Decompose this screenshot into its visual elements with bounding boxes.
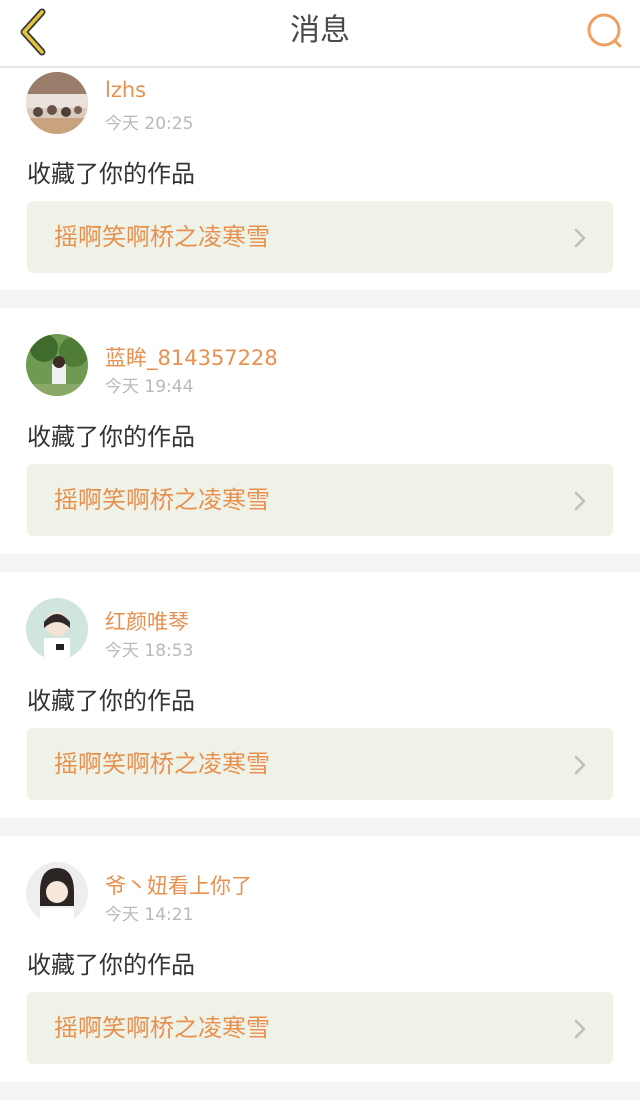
timestamp: 今天 20:25	[105, 114, 194, 134]
username[interactable]: 红颜唯琴	[105, 606, 189, 636]
message-card: 爷丶妞看上你了 今天 14:21 收藏了你的作品 摇啊笑啊桥之凌寒雪	[0, 836, 640, 1082]
avatar[interactable]	[26, 72, 88, 134]
top-bar: 消息	[0, 0, 640, 68]
chevron-right-icon	[574, 491, 586, 511]
page-title: 消息	[290, 13, 350, 48]
search-button[interactable]	[584, 10, 626, 52]
message-card: lzhs 今天 20:25 收藏了你的作品 摇啊笑啊桥之凌寒雪	[0, 68, 640, 290]
action-text: 收藏了你的作品	[27, 160, 195, 188]
work-title: 摇啊笑啊桥之凌寒雪	[54, 750, 270, 778]
action-text: 收藏了你的作品	[27, 423, 195, 451]
work-link[interactable]: 摇啊笑啊桥之凌寒雪	[27, 201, 613, 273]
work-link[interactable]: 摇啊笑啊桥之凌寒雪	[27, 464, 613, 536]
message-card: 蓝眸_814357228 今天 19:44 收藏了你的作品 摇啊笑啊桥之凌寒雪	[0, 308, 640, 554]
search-icon	[587, 13, 622, 48]
work-title: 摇啊笑啊桥之凌寒雪	[54, 486, 270, 514]
timestamp: 今天 14:21	[105, 905, 194, 925]
avatar[interactable]	[26, 862, 88, 924]
username[interactable]: 爷丶妞看上你了	[105, 870, 252, 900]
work-link[interactable]: 摇啊笑啊桥之凌寒雪	[27, 992, 613, 1064]
chevron-right-icon	[574, 755, 586, 775]
work-link[interactable]: 摇啊笑啊桥之凌寒雪	[27, 728, 613, 800]
chevron-right-icon	[574, 228, 586, 248]
action-text: 收藏了你的作品	[27, 951, 195, 979]
username[interactable]: lzhs	[105, 78, 146, 102]
action-text: 收藏了你的作品	[27, 687, 195, 715]
timestamp: 今天 19:44	[105, 377, 194, 397]
username[interactable]: 蓝眸_814357228	[105, 342, 278, 372]
avatar[interactable]	[26, 598, 88, 660]
message-list: lzhs 今天 20:25 收藏了你的作品 摇啊笑啊桥之凌寒雪 蓝眸_81435…	[0, 68, 640, 1100]
timestamp: 今天 18:53	[105, 641, 194, 661]
work-title: 摇啊笑啊桥之凌寒雪	[54, 223, 270, 251]
chevron-right-icon	[574, 1019, 586, 1039]
work-title: 摇啊笑啊桥之凌寒雪	[54, 1014, 270, 1042]
message-card: 红颜唯琴 今天 18:53 收藏了你的作品 摇啊笑啊桥之凌寒雪	[0, 572, 640, 818]
avatar[interactable]	[26, 334, 88, 396]
